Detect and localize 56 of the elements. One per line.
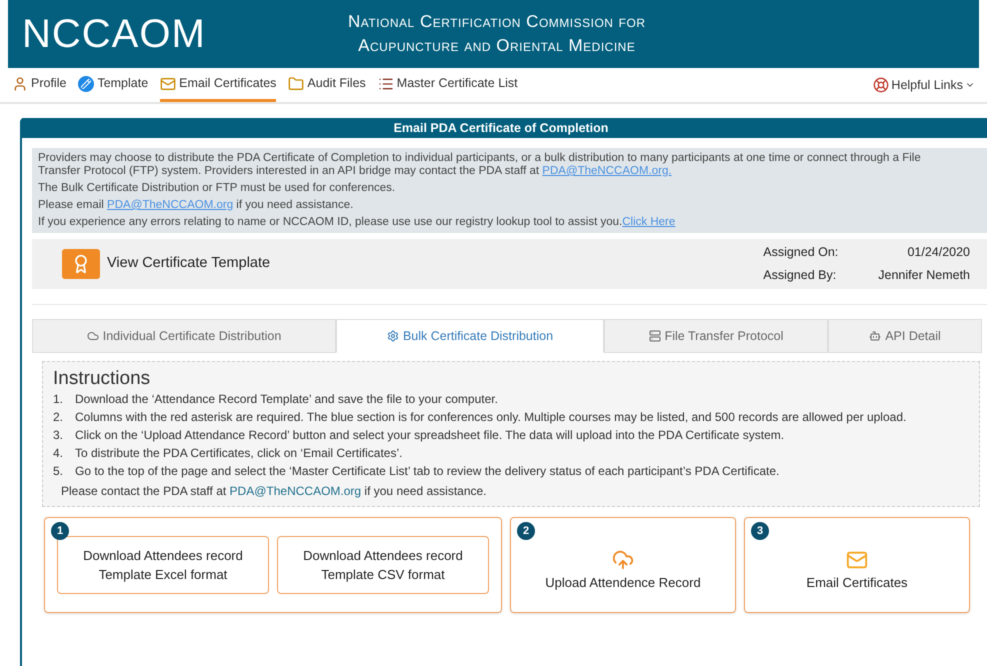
nav-tab[interactable]: Master Certificate List bbox=[378, 68, 518, 102]
nav-tab[interactable]: Profile bbox=[12, 68, 66, 102]
info-text: Please email PDA@TheNCCAOM.org if you need assistance. bbox=[38, 199, 354, 212]
step-number: 4. bbox=[53, 445, 64, 462]
step-number: 3. bbox=[53, 427, 64, 444]
step-number: 2. bbox=[53, 409, 64, 426]
header-title: National Certification Commission for bbox=[348, 11, 646, 33]
assigned-on-value: 01/24/2020 bbox=[906, 244, 970, 262]
download-button[interactable]: Download Attendees record Template Excel format bbox=[57, 536, 269, 594]
helpful-links-menu[interactable]: Helpful Links bbox=[873, 76, 975, 94]
instructions-heading: Instructions bbox=[53, 368, 152, 390]
lifebuoy-icon bbox=[873, 77, 890, 93]
panel-title: Email PDA Certificate of Completion bbox=[22, 118, 987, 138]
certificate-icon bbox=[62, 249, 100, 279]
assigned-on-label: Assigned On: bbox=[763, 244, 838, 262]
list-icon bbox=[378, 76, 394, 92]
step-number-badge: 2 bbox=[517, 522, 535, 540]
robot-icon bbox=[869, 330, 882, 342]
envelope-icon bbox=[846, 549, 868, 572]
person-icon bbox=[12, 76, 28, 92]
view-template-link[interactable]: View Certificate Template bbox=[107, 253, 270, 275]
step-number: 1. bbox=[53, 391, 64, 408]
step-text: Columns with the red asterisk are required. The blue section is for conferences only. Multiple courses may be listed, and 500 records are allowed per upload. bbox=[75, 409, 908, 426]
nav-tab[interactable]: Audit Files bbox=[288, 68, 366, 102]
step-number: 5. bbox=[53, 463, 64, 480]
logo: NCCAOM bbox=[22, 12, 206, 56]
gear-icon bbox=[386, 330, 399, 342]
nav-tab[interactable]: Email Certificates bbox=[160, 68, 276, 102]
email-certificates-button[interactable]: 3 Email Certificates bbox=[744, 517, 970, 613]
assigned-by-value: Jennifer Nemeth bbox=[878, 267, 970, 284]
info-text: The Bulk Certificate Distribution or FTP must be used for conferences. bbox=[38, 182, 396, 195]
server-icon bbox=[648, 330, 661, 342]
upload-button[interactable]: 2 Upload Attendence Record bbox=[510, 517, 736, 613]
info-text: If you experience any errors relating to name or NCCAOM ID, please use use our registry lookup tool to assist you.Click Here bbox=[38, 216, 676, 229]
cloud-upload-icon bbox=[612, 549, 634, 572]
nav-tab[interactable]: Template bbox=[78, 68, 148, 102]
folder-icon bbox=[288, 76, 304, 92]
assigned-by-label: Assigned By: bbox=[763, 267, 838, 284]
distribution-tab[interactable]: Bulk Certificate Distribution bbox=[336, 319, 604, 353]
distribution-tab[interactable]: File Transfer Protocol bbox=[604, 319, 828, 353]
link[interactable]: PDA@TheNCCAOM.org bbox=[230, 484, 362, 498]
step-text: Click on the ‘Upload Attendance Record’ button and select your spreadsheet file. The data will upload into the PDA Certificate system. bbox=[75, 427, 786, 444]
distribution-tab[interactable]: API Detail bbox=[828, 319, 982, 353]
contact-text: Please contact the PDA staff at PDA@TheNCCAOM.org if you need assistance. bbox=[61, 483, 488, 500]
step-text: Download the ‘Attendance Record Template’ and save the file to your computer. bbox=[75, 391, 499, 408]
step-number-badge: 3 bbox=[751, 522, 769, 540]
step-number-badge: 1 bbox=[51, 522, 69, 540]
distribution-tab[interactable]: Individual Certificate Distribution bbox=[32, 319, 336, 353]
pencil-icon bbox=[78, 76, 94, 92]
cloud-icon bbox=[86, 330, 99, 342]
header-title: Acupuncture and Oriental Medicine bbox=[357, 35, 636, 57]
download-button[interactable]: Download Attendees record Template CSV format bbox=[277, 536, 489, 594]
info-text: Providers may choose to distribute the PDA Certificate of Completion to individual participants, or a bulk distribution to many participants at one time or connect through a File Transfer Protocol (FTP) system. Providers interested in an API bridge may contact the PDA staff at PDA@TheNCCAOM.org. bbox=[38, 152, 922, 178]
step-text: Go to the top of the page and select the ‘Master Certificate List’ tab to review the delivery status of each participant’s PDA Certificate. bbox=[75, 463, 780, 480]
envelope-icon bbox=[160, 76, 176, 92]
step-text: To distribute the PDA Certificates, click on ‘Email Certificates’. bbox=[75, 445, 404, 462]
